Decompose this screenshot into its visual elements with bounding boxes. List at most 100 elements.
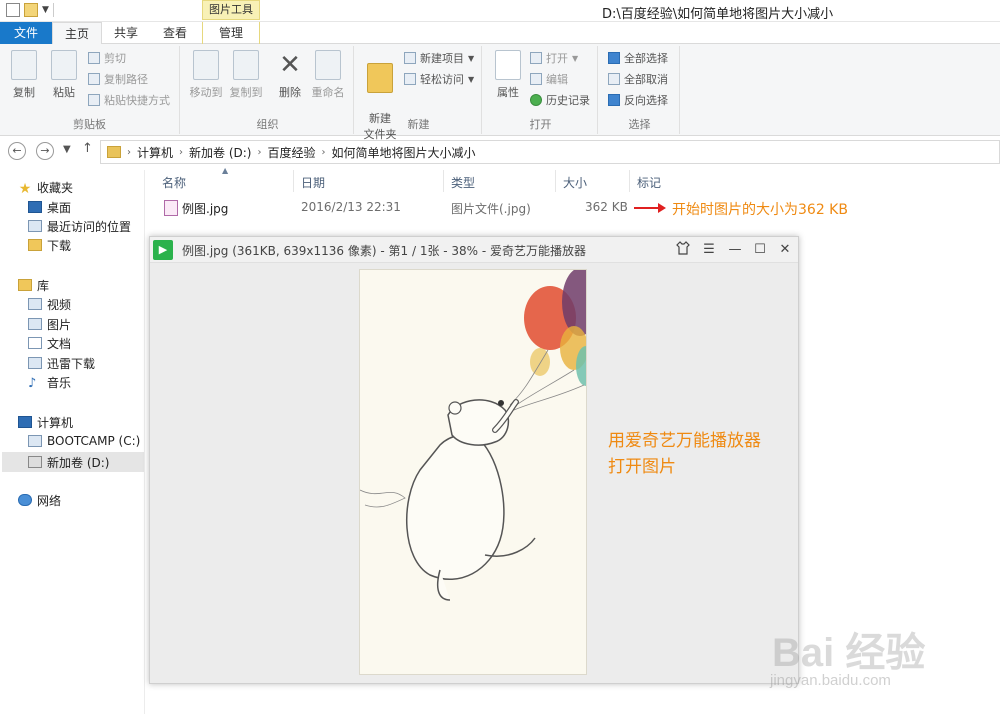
rename-label: 重命名 <box>311 86 345 99</box>
up-arrow-icon[interactable]: ↑ <box>82 141 93 156</box>
column-header-tags[interactable]: 标记 <box>637 174 661 196</box>
nav-libraries[interactable]: 库 <box>18 276 49 294</box>
scissors-icon <box>88 52 100 64</box>
new-item-dropdown-icon: ▼ <box>468 53 475 63</box>
new-group-label: 新建 <box>407 118 430 131</box>
easy-access-button[interactable]: 轻松访问 ▼ <box>404 71 474 87</box>
nav-new-volume-drive[interactable]: 新加卷 (D:) <box>28 453 109 471</box>
breadcrumb-separator-icon[interactable]: › <box>127 147 131 158</box>
nav-bootcamp-drive[interactable]: BOOTCAMP (C:) <box>28 432 140 450</box>
file-date: 2016/2/13 22:31 <box>301 200 401 214</box>
back-arrow-icon[interactable]: ← <box>8 142 26 160</box>
computer-icon <box>18 416 32 428</box>
paste-shortcut-button[interactable]: 粘贴快捷方式 <box>88 92 170 108</box>
move-to-button[interactable]: 移动到 <box>186 48 226 100</box>
breadcrumb-separator-icon[interactable]: › <box>322 147 326 158</box>
select-all-button[interactable]: 全部选择 <box>608 50 668 66</box>
player-annotation-line-1: 用爱奇艺万能播放器 <box>608 431 761 451</box>
displayed-image <box>359 269 587 675</box>
tab-view[interactable]: 查看 <box>150 22 200 44</box>
baidu-watermark-logo: Bai 经验 <box>772 631 926 675</box>
nav-computer[interactable]: 计算机 <box>18 413 73 431</box>
new-folder-quick-icon[interactable] <box>24 3 38 17</box>
copy-path-button[interactable]: 复制路径 <box>88 71 170 87</box>
edit-button[interactable]: 编辑 <box>530 71 590 87</box>
column-header-type[interactable]: 类型 <box>451 174 475 196</box>
paste-icon <box>51 50 77 80</box>
baidu-watermark-url: jingyan.baidu.com <box>770 672 891 689</box>
history-button[interactable]: 历史记录 <box>530 92 590 108</box>
breadcrumb-folder-baidu[interactable]: 百度经验 <box>267 144 315 161</box>
delete-button[interactable]: ✕ 删除 <box>270 48 310 100</box>
close-icon[interactable]: ✕ <box>776 241 794 259</box>
invert-selection-icon <box>608 94 620 106</box>
copy-to-button[interactable]: 复制到 <box>226 48 266 100</box>
drive-icon <box>28 456 42 468</box>
nav-favorites[interactable]: ★ 收藏夹 <box>18 178 73 198</box>
properties-button[interactable]: 属性 <box>488 48 528 100</box>
breadcrumb-current-folder[interactable]: 如何简单地将图片大小减小 <box>332 144 476 161</box>
tab-file[interactable]: 文件 <box>0 22 52 44</box>
nav-downloads[interactable]: 下载 <box>28 236 71 254</box>
navigation-bar: ← → ▼ ↑ › 计算机 › 新加卷 (D:) › 百度经验 › 如何简单地将… <box>0 140 1000 164</box>
rename-button[interactable]: 重命名 <box>308 48 348 100</box>
nav-thunder-downloads[interactable]: 迅雷下载 <box>28 354 95 372</box>
new-item-label: 新建项目 <box>420 52 464 65</box>
paste-shortcut-icon <box>88 94 100 106</box>
nav-recent-places[interactable]: 最近访问的位置 <box>28 217 131 235</box>
maximize-icon[interactable]: ☐ <box>751 241 769 259</box>
column-header-size[interactable]: 大小 <box>563 174 587 196</box>
edit-label: 编辑 <box>546 73 568 86</box>
column-divider[interactable] <box>443 170 444 192</box>
viewer-title-bar[interactable]: ▶ 例图.jpg (361KB, 639x1136 像素) - 第1 / 1张 … <box>150 237 798 263</box>
forward-arrow-icon[interactable]: → <box>36 142 54 160</box>
address-bar[interactable]: › 计算机 › 新加卷 (D:) › 百度经验 › 如何简单地将图片大小减小 <box>100 140 1000 164</box>
open-button[interactable]: 打开 ▼ <box>530 50 590 66</box>
tab-manage[interactable]: 管理 <box>202 22 260 44</box>
cut-button[interactable]: 剪切 <box>88 50 170 66</box>
paste-button[interactable]: 粘贴 <box>44 48 84 100</box>
size-annotation: 开始时图片的大小为362 KB <box>672 202 848 218</box>
star-icon: ★ <box>18 181 32 197</box>
breadcrumb-computer[interactable]: 计算机 <box>137 144 173 161</box>
column-header-date[interactable]: 日期 <box>301 174 325 196</box>
column-header-name[interactable]: 名称 <box>162 174 186 196</box>
column-divider[interactable] <box>293 170 294 192</box>
nav-music[interactable]: ♪ 音乐 <box>28 373 71 392</box>
breadcrumb-separator-icon[interactable]: › <box>179 147 183 158</box>
red-arrow-annotation-icon <box>634 203 666 213</box>
cut-label: 剪切 <box>104 52 126 65</box>
nav-documents[interactable]: 文档 <box>28 334 71 352</box>
copy-path-icon <box>88 73 100 85</box>
skin-shirt-icon[interactable] <box>674 241 692 259</box>
tab-home[interactable]: 主页 <box>52 22 102 45</box>
select-none-button[interactable]: 全部取消 <box>608 71 668 87</box>
properties-quick-icon[interactable] <box>6 3 20 17</box>
column-divider[interactable] <box>629 170 630 192</box>
organize-group-label: 组织 <box>256 118 279 131</box>
recent-locations-chevron-icon[interactable]: ▼ <box>63 144 71 155</box>
thunder-downloads-icon <box>28 357 42 369</box>
customize-toolbar-chevron-icon[interactable]: ▼ <box>42 5 49 15</box>
nav-pictures[interactable]: 图片 <box>28 315 71 333</box>
column-divider[interactable] <box>555 170 556 192</box>
nav-computer-label: 计算机 <box>37 415 74 430</box>
breadcrumb-separator-icon[interactable]: › <box>257 147 261 158</box>
invert-selection-button[interactable]: 反向选择 <box>608 92 668 108</box>
file-row[interactable]: 例图.jpg 2016/2/13 22:31 图片文件(.jpg) 362 KB <box>160 198 640 218</box>
nav-network[interactable]: 网络 <box>18 491 61 509</box>
pictures-icon <box>28 318 42 330</box>
file-size: 362 KB <box>585 200 628 214</box>
tab-share[interactable]: 共享 <box>102 22 150 44</box>
copy-button[interactable]: 复制 <box>4 48 44 100</box>
nav-desktop[interactable]: 桌面 <box>28 198 71 216</box>
minimize-icon[interactable]: — <box>726 241 744 259</box>
breadcrumb-drive[interactable]: 新加卷 (D:) <box>189 144 251 161</box>
menu-icon[interactable]: ☰ <box>700 241 718 259</box>
select-group: 全部选择 全部取消 反向选择 选择 <box>600 46 680 134</box>
new-item-button[interactable]: 新建项目 ▼ <box>404 50 474 66</box>
nav-videos[interactable]: 视频 <box>28 295 71 313</box>
copy-to-label: 复制到 <box>229 86 263 99</box>
player-annotation-line-2: 打开图片 <box>608 457 676 477</box>
easy-access-label: 轻松访问 <box>420 73 464 86</box>
